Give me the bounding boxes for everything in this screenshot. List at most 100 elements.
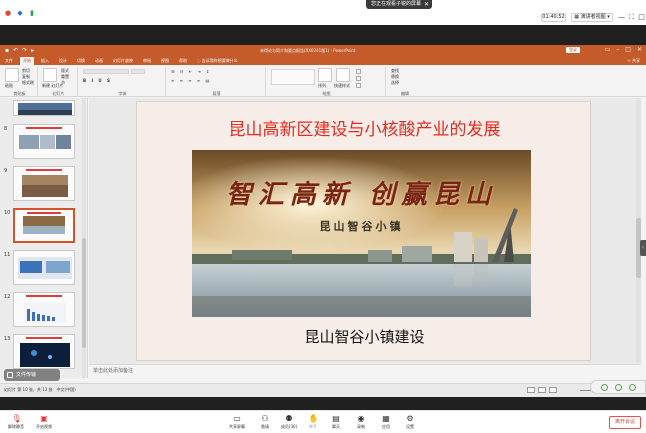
slide-scrollbar[interactable]: [636, 98, 641, 363]
copy-button[interactable]: 复制: [22, 74, 30, 79]
speaker-view-button[interactable]: ▦ 演讲者视图 ▾: [571, 13, 613, 22]
thumbnails-scrollbar[interactable]: [82, 98, 86, 378]
font-size-select[interactable]: [131, 69, 145, 74]
signal-icon[interactable]: ▮: [28, 9, 36, 17]
shape-fill-icon[interactable]: [356, 69, 361, 74]
tab-home[interactable]: 开始: [20, 57, 34, 65]
settings-label: 设置: [406, 424, 414, 429]
shapes-gallery[interactable]: [271, 69, 315, 85]
quick-styles-icon[interactable]: [336, 68, 350, 82]
shape-outline-icon[interactable]: [356, 76, 361, 81]
new-slide-icon[interactable]: [43, 68, 57, 82]
ppt-title-bar: ▪ ↶ ↷ ▸ 未得论与简介和要点报告(XX0241版1) - PowerPoi…: [0, 45, 646, 56]
minimize-icon[interactable]: —: [617, 13, 626, 22]
thumbnail-image: [18, 103, 72, 115]
scroll-thumb[interactable]: [82, 238, 86, 348]
tell-me-search[interactable]: ◌ 告诉我你想要做什么: [194, 57, 241, 65]
normal-view-icon[interactable]: [527, 387, 535, 393]
slide-picture[interactable]: 智汇高新 创赢昆山 昆山智谷小镇: [192, 150, 531, 317]
align-icons[interactable]: ≡ ≡ ≡ ≡ ▤: [171, 78, 211, 83]
start-video-button[interactable]: ▣ 开启视频: [30, 414, 58, 433]
share-button[interactable]: ⚇ 共享: [627, 57, 640, 65]
shared-screen: ▪ ↶ ↷ ▸ 未得论与简介和要点报告(XX0241版1) - PowerPoi…: [0, 25, 646, 410]
ribbon-tabs: 文件 开始 插入 设计 切换 动画 幻灯片放映 审阅 视图 帮助 ◌ 告诉我你想…: [0, 56, 646, 65]
format-painter-button[interactable]: 格式刷: [22, 80, 34, 85]
slideshow-icon[interactable]: ▸: [31, 47, 34, 54]
tab-design[interactable]: 设计: [56, 57, 70, 65]
section-button[interactable]: 节: [61, 80, 65, 85]
tab-help[interactable]: 帮助: [176, 57, 190, 65]
unmute-label: 解除静音: [8, 424, 24, 429]
current-slide[interactable]: 昆山高新区建设与小核酸产业的发展 智汇高新 创赢昆山 昆山智谷小镇 昆山智谷小镇…: [136, 101, 591, 361]
status-dot-icon[interactable]: [601, 384, 608, 391]
list-icons[interactable]: ☰ ☷ ⇤ ⇥ ↕: [171, 69, 211, 74]
thumbnail-image: [24, 303, 66, 323]
font-family-select[interactable]: [83, 69, 129, 74]
close-icon[interactable]: ✕: [637, 46, 642, 54]
slide-thumbnail-12[interactable]: [13, 292, 75, 327]
thumb-title-bar: [14, 337, 74, 339]
thumb-title-bar: [14, 295, 74, 297]
tab-review[interactable]: 审阅: [140, 57, 154, 65]
fullscreen-icon[interactable]: ⛶: [627, 13, 636, 22]
notes-pane[interactable]: 单击此处添加备注: [89, 364, 641, 378]
select-button[interactable]: 选择: [391, 80, 399, 85]
reset-button[interactable]: 重置: [61, 74, 69, 79]
save-icon[interactable]: ▪: [5, 47, 9, 54]
file-transfer-tag[interactable]: 文件传输: [4, 369, 60, 381]
redo-icon[interactable]: ↷: [22, 47, 27, 54]
layout-button[interactable]: 版式: [61, 68, 69, 73]
slide-title[interactable]: 昆山高新区建设与小核酸产业的发展: [137, 120, 592, 140]
share-banner[interactable]: 您正在观看子锐的屏幕 ✕: [366, 0, 432, 9]
group-paragraph: ☰ ☷ ⇤ ⇥ ↕ ≡ ≡ ≡ ≡ ▤ 段落: [168, 67, 266, 96]
find-button[interactable]: 查找: [391, 68, 399, 73]
slide-thumbnail-9[interactable]: [13, 166, 75, 201]
camera-off-icon: ▣: [40, 414, 48, 423]
slide-thumbnail-11[interactable]: [13, 250, 75, 285]
shield-icon[interactable]: ◆: [16, 9, 24, 17]
status-dot-icon[interactable]: [615, 384, 622, 391]
collapse-panel-handle[interactable]: ‹: [640, 240, 646, 256]
reading-view-icon[interactable]: [549, 387, 557, 393]
slide-thumbnail-8[interactable]: [13, 124, 75, 159]
window-close-icon[interactable]: □: [637, 13, 646, 22]
leave-meeting-button[interactable]: 离开会议: [609, 416, 641, 429]
undo-icon[interactable]: ↶: [13, 47, 18, 54]
tab-slideshow[interactable]: 幻灯片放映: [110, 57, 136, 65]
slide-thumbnail-7[interactable]: [13, 100, 75, 116]
record-button[interactable]: ◉ 录制: [347, 414, 375, 433]
login-button[interactable]: 登录: [566, 47, 580, 53]
cut-button[interactable]: 剪切: [22, 68, 30, 73]
sorter-view-icon[interactable]: [538, 387, 546, 393]
group-label: 绘图: [322, 91, 331, 96]
floating-toolbar[interactable]: [590, 380, 646, 394]
arrange-icon[interactable]: [318, 68, 332, 82]
settings-button[interactable]: ⚙ 设置: [396, 414, 424, 433]
status-dot-icon[interactable]: [629, 384, 636, 391]
tab-insert[interactable]: 插入: [38, 57, 52, 65]
tab-view[interactable]: 视图: [158, 57, 172, 65]
close-icon[interactable]: ✕: [424, 0, 429, 9]
tab-transitions[interactable]: 切换: [74, 57, 88, 65]
bold-italic-underline-icon[interactable]: B I U S: [83, 78, 112, 83]
mic-off-icon: 🎙: [11, 414, 22, 423]
thumb-title-bar: [15, 212, 73, 214]
chat-button[interactable]: ▤ 聊天: [322, 414, 350, 433]
ribbon-options-icon[interactable]: ▭: [605, 46, 611, 54]
thumb-number: 11: [4, 252, 11, 258]
tab-animations[interactable]: 动画: [92, 57, 106, 65]
slide-thumbnail-10[interactable]: [13, 208, 75, 243]
paste-icon[interactable]: [5, 68, 19, 82]
maximize-icon[interactable]: □: [625, 46, 631, 54]
unmute-button[interactable]: 🎙 解除静音: [2, 414, 30, 433]
shape-effects-icon[interactable]: [356, 83, 361, 88]
share-screen-button[interactable]: ▭ 共享屏幕: [223, 414, 251, 433]
minimize-icon[interactable]: –: [616, 46, 619, 54]
replace-button[interactable]: 替换: [391, 74, 399, 79]
encryption-icon[interactable]: ●: [4, 9, 12, 17]
slide-caption[interactable]: 昆山智谷小镇建设: [137, 328, 592, 346]
tab-file[interactable]: 文件: [2, 57, 16, 65]
hand-icon: ✋: [308, 414, 319, 423]
slide-thumbnail-13[interactable]: [13, 334, 75, 369]
members-icon: ⚉: [285, 414, 293, 423]
